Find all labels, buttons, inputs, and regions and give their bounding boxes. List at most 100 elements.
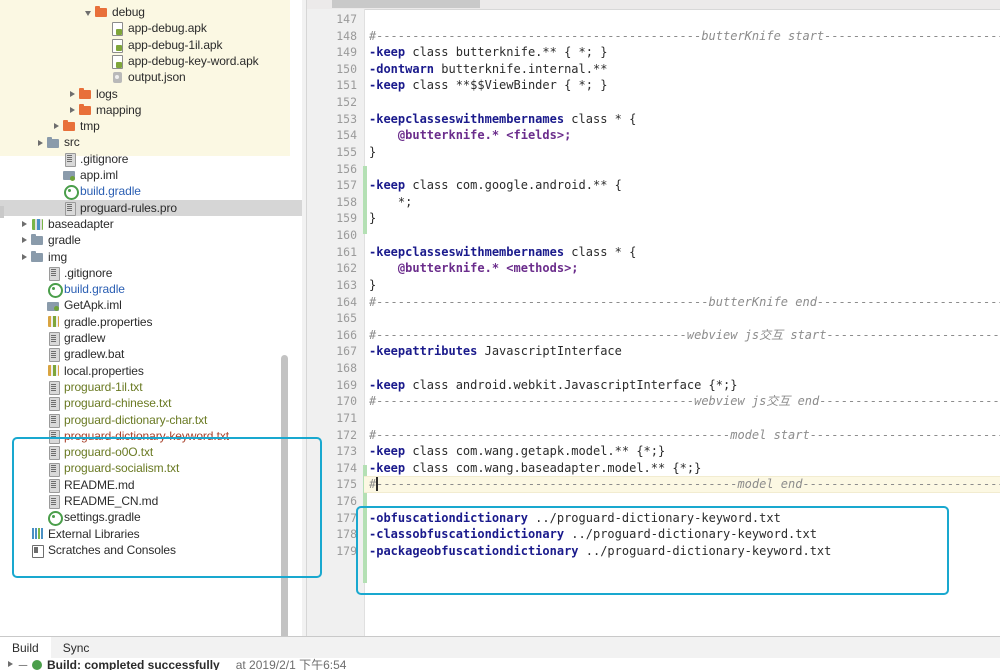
tree-item-build-gradle[interactable]: build.gradle — [0, 183, 302, 201]
code-line[interactable]: -keep class **$$ViewBinder { *; } — [369, 77, 607, 94]
tree-item-scratches-and-consoles[interactable]: Scratches and Consoles — [0, 542, 302, 558]
bottom-tool-window-tabs[interactable]: Build Sync — [0, 636, 1000, 659]
project-tree-pane[interactable]: debug app-debug.apk app-debug-1il.apk app-d… — [0, 0, 302, 636]
code-line[interactable]: #---------------------------------------… — [369, 327, 1000, 344]
code-line[interactable]: -obfuscationdictionary ../proguard-dicti… — [369, 510, 781, 527]
tree-item-tmp[interactable]: tmp — [0, 118, 302, 134]
collapse-icon[interactable]: ─ — [16, 658, 30, 670]
tree-item-proguard-dictionary-char-txt[interactable]: proguard-dictionary-char.txt — [0, 412, 302, 428]
code-line[interactable]: -keepattributes JavascriptInterface — [369, 343, 622, 360]
tree-item-app-debug-key-word-apk[interactable]: app-debug-key-word.apk — [0, 53, 302, 70]
code-line[interactable]: -keep class com.google.android.** { — [369, 177, 622, 194]
code-line[interactable]: -keep class android.webkit.JavascriptInt… — [369, 377, 737, 394]
tab-build[interactable]: Build — [0, 637, 51, 659]
tree-item-gitignore[interactable]: .gitignore — [0, 151, 302, 167]
expand-arrow-icon[interactable] — [6, 660, 16, 670]
tree-item-label: build.gradle — [64, 282, 125, 297]
build-status-row[interactable]: ─ Build: completed successfully at 2019/… — [0, 658, 346, 670]
tree-item-build-gradle[interactable]: build.gradle — [0, 281, 302, 299]
sidebar-scrollbar-track[interactable] — [281, 160, 295, 636]
chevron-right-icon[interactable] — [68, 105, 77, 114]
tree-item-label: debug — [112, 5, 145, 19]
code-line[interactable]: -packageobfuscationdictionary ../proguar… — [369, 543, 831, 560]
chevron-right-icon[interactable] — [68, 89, 77, 98]
folder-icon — [79, 103, 92, 116]
code-line[interactable]: @butterknife.* <fields>; — [369, 127, 571, 144]
tree-item-src[interactable]: src — [0, 134, 302, 150]
line-number: 147 — [336, 12, 357, 26]
line-number: 151 — [336, 78, 357, 93]
tree-item-gradle-properties[interactable]: gradle.properties — [0, 314, 302, 330]
no-chevron-spacer — [20, 529, 29, 538]
sidebar-scrollbar-thumb[interactable] — [281, 355, 288, 636]
tree-item-output-json[interactable]: output.json — [0, 69, 302, 85]
tree-item-baseadapter[interactable]: baseadapter — [0, 216, 302, 232]
tree-item-proguard-chinese-txt[interactable]: proguard-chinese.txt — [0, 395, 302, 412]
chevron-right-icon[interactable] — [36, 138, 45, 147]
tree-item-proguard-dictionary-keyword-txt[interactable]: proguard-dictionary-keyword.txt — [0, 428, 302, 444]
tab-sync[interactable]: Sync — [51, 637, 102, 659]
tree-item-proguard-socialism-txt[interactable]: proguard-socialism.txt — [0, 460, 302, 477]
tree-item-getapk-iml[interactable]: GetApk.iml — [0, 297, 302, 313]
code-line[interactable]: } — [369, 144, 376, 161]
tree-item-gitignore[interactable]: .gitignore — [0, 265, 302, 281]
code-line[interactable]: -keepclasseswithmembernames class * { — [369, 244, 636, 261]
line-number: 150 — [336, 61, 357, 76]
tree-item-app-debug-1il-apk[interactable]: app-debug-1il.apk — [0, 37, 302, 53]
tree-item-proguard-rules-pro[interactable]: proguard-rules.pro — [0, 199, 302, 216]
vcs-change-marker[interactable] — [363, 166, 367, 234]
text-file-icon — [47, 381, 60, 396]
tree-item-mapping[interactable]: mapping — [0, 102, 302, 118]
code-line[interactable]: #---------------------------------------… — [369, 476, 1000, 493]
text-file-icon — [63, 152, 76, 167]
tree-item-app-debug-apk[interactable]: app-debug.apk — [0, 20, 302, 37]
code-editor-pane[interactable]: 147 148 149 150 151 152 153 154 155 156 157 158 159 1… — [307, 0, 1000, 636]
code-line[interactable]: -keep class butterknife.** { *; } — [369, 44, 607, 61]
code-line[interactable]: #---------------------------------------… — [369, 393, 1000, 410]
tree-item-logs[interactable]: logs — [0, 86, 302, 102]
chevron-right-icon[interactable] — [20, 252, 29, 261]
apk-icon — [111, 55, 124, 70]
code-line[interactable]: @butterknife.* <methods>; — [369, 260, 579, 277]
line-number: 170 — [336, 394, 357, 409]
properties-icon — [47, 364, 60, 377]
tree-item-proguard-o0o-txt[interactable]: proguard-o0O.txt — [0, 444, 302, 461]
code-line[interactable]: -dontwarn butterknife.internal.** — [369, 61, 607, 78]
tree-item-gradlew-bat[interactable]: gradlew.bat — [0, 346, 302, 363]
chevron-right-icon[interactable] — [20, 236, 29, 245]
tab-proguard-rules-pro[interactable] — [332, 0, 480, 8]
code-line[interactable]: -keepclasseswithmembernames class * { — [369, 111, 636, 128]
tree-item-debug[interactable]: debug — [0, 4, 302, 20]
code-line[interactable]: } — [369, 277, 376, 294]
code-line[interactable]: #---------------------------------------… — [369, 28, 1000, 45]
code-text-layer[interactable]: #---------------------------------------… — [369, 9, 1000, 636]
tree-item-settings-gradle[interactable]: settings.gradle — [0, 509, 302, 527]
tree-item-readme-md[interactable]: README.md — [0, 477, 302, 493]
json-icon — [111, 71, 124, 84]
code-line[interactable]: -classobfuscationdictionary ../proguard-… — [369, 526, 817, 543]
line-number: 161 — [336, 244, 357, 259]
tree-item-app-iml[interactable]: app.iml — [0, 167, 302, 183]
folder-icon — [95, 6, 108, 19]
code-line[interactable]: #---------------------------------------… — [369, 294, 1000, 311]
chevron-down-icon[interactable] — [84, 8, 93, 17]
tree-item-gradlew[interactable]: gradlew — [0, 330, 302, 347]
line-number: 173 — [336, 444, 357, 459]
tree-item-proguard-1il-txt[interactable]: proguard-1il.txt — [0, 379, 302, 396]
code-line[interactable]: -keep class com.wang.baseadapter.model.*… — [369, 460, 701, 477]
code-token-plain: *; — [369, 194, 413, 209]
tree-item-local-properties[interactable]: local.properties — [0, 363, 302, 379]
code-line[interactable]: #---------------------------------------… — [369, 427, 1000, 444]
tree-item-external-libraries[interactable]: External Libraries — [0, 526, 302, 542]
folder-icon — [63, 120, 76, 133]
chevron-right-icon[interactable] — [52, 122, 61, 131]
tree-item-img[interactable]: img — [0, 249, 302, 265]
chevron-right-icon[interactable] — [20, 220, 29, 229]
code-token-cmt: #---------------------------------------… — [369, 394, 1000, 409]
code-line[interactable]: -keep class com.wang.getapk.model.** {*;… — [369, 443, 665, 460]
pane-resize-handle[interactable] — [0, 206, 4, 218]
tree-item-readme-cn-md[interactable]: README_CN.md — [0, 493, 302, 510]
code-line[interactable]: } — [369, 210, 376, 227]
tree-item-gradle[interactable]: gradle — [0, 232, 302, 248]
code-line[interactable]: *; — [369, 194, 412, 211]
